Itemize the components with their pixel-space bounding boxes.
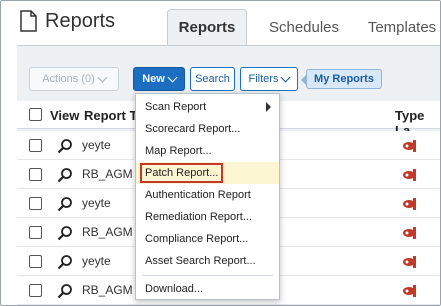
report-name[interactable]: RB_AGM (82, 167, 133, 181)
menu-item-asset-search-report[interactable]: Asset Search Report... (136, 250, 279, 272)
tab-schedules[interactable]: Schedules (259, 9, 349, 45)
report-name[interactable]: RB_AGM (82, 225, 133, 239)
row-checkbox[interactable] (29, 168, 42, 181)
actions-button[interactable]: Actions (0) (29, 67, 119, 91)
menu-item-compliance-report[interactable]: Compliance Report... (136, 228, 279, 250)
row-checkbox[interactable] (29, 139, 42, 152)
menu-item-patch-report[interactable]: Patch Report... (136, 162, 279, 184)
filters-button[interactable]: Filters (240, 67, 298, 91)
magnifier-icon[interactable] (57, 254, 73, 270)
menu-item-scan-report[interactable]: Scan Report (136, 96, 279, 118)
magnifier-icon[interactable] (57, 225, 73, 241)
row-checkbox[interactable] (29, 284, 42, 297)
tab-reports[interactable]: Reports (167, 9, 247, 45)
search-button[interactable]: Search (190, 67, 235, 91)
report-name[interactable]: yeyte (82, 138, 111, 152)
actions-label: Actions (0) (42, 73, 95, 85)
report-type-icon (403, 198, 416, 210)
menu-item-authentication-report[interactable]: Authentication Report (136, 184, 279, 206)
menu-item-download[interactable]: Download... (136, 278, 279, 300)
row-checkbox[interactable] (29, 197, 42, 210)
report-type-icon (403, 285, 416, 297)
select-all-checkbox[interactable] (29, 108, 42, 121)
chevron-down-icon (167, 72, 178, 82)
report-type-icon (403, 140, 416, 152)
report-type-icon (403, 169, 416, 181)
tab-templates[interactable]: Templates (359, 9, 440, 45)
new-report-dropdown-menu: Scan Report Scorecard Report... Map Repo… (135, 93, 280, 300)
row-checkbox[interactable] (29, 255, 42, 268)
magnifier-icon[interactable] (57, 167, 73, 183)
page-header: Reports Reports Schedules Templates (1, 1, 440, 45)
document-icon (20, 10, 37, 32)
new-label: New (142, 73, 165, 85)
menu-item-label: Patch Report... (140, 163, 224, 183)
menu-item-map-report[interactable]: Map Report... (136, 140, 279, 162)
magnifier-icon[interactable] (57, 138, 73, 154)
chevron-down-icon (97, 72, 108, 82)
row-checkbox[interactable] (29, 226, 42, 239)
magnifier-icon[interactable] (57, 283, 73, 299)
report-name[interactable]: yeyte (82, 254, 111, 268)
menu-divider (142, 275, 273, 276)
submenu-arrow-icon (266, 102, 271, 112)
page-title: Reports (45, 10, 116, 32)
filters-label: Filters (248, 73, 279, 85)
chevron-down-icon (281, 72, 291, 82)
report-name[interactable]: yeyte (82, 196, 111, 210)
magnifier-icon[interactable] (57, 196, 73, 212)
report-type-icon (403, 227, 416, 239)
new-button[interactable]: New (133, 67, 185, 91)
column-header-report-title[interactable]: Report T (84, 108, 137, 123)
app-window: Reports Reports Schedules Templates Acti… (0, 0, 441, 306)
column-header-view[interactable]: View (50, 108, 79, 123)
report-type-icon (403, 256, 416, 268)
my-reports-filter-tag[interactable]: My Reports (301, 69, 382, 89)
menu-item-remediation-report[interactable]: Remediation Report... (136, 206, 279, 228)
menu-item-scorecard-report[interactable]: Scorecard Report... (136, 118, 279, 140)
menu-item-label: Scan Report (145, 101, 207, 113)
report-name[interactable]: RB_AGM (82, 283, 133, 297)
